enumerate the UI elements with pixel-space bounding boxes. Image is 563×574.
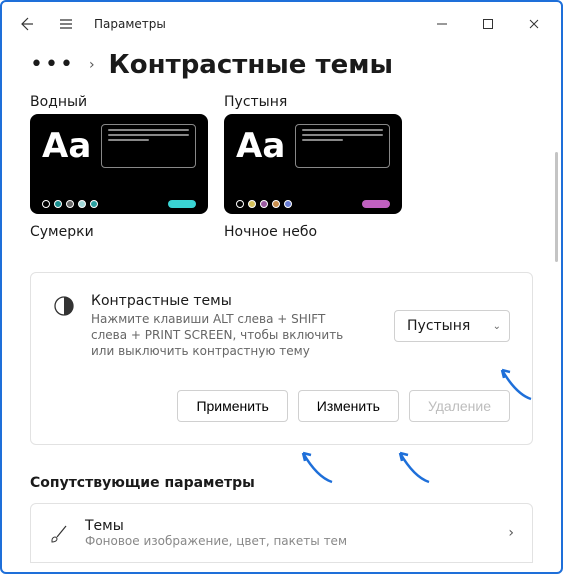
maximize-button[interactable] — [465, 8, 511, 40]
edit-button[interactable]: Изменить — [298, 390, 399, 422]
preview-window-icon — [295, 124, 390, 168]
contrast-icon — [53, 295, 75, 317]
apply-button[interactable]: Применить — [177, 390, 287, 422]
brush-icon — [49, 523, 69, 543]
delete-button: Удаление — [409, 390, 510, 422]
theme-label: Водный — [30, 94, 208, 110]
theme-preview-desert[interactable]: Aa — [224, 114, 402, 214]
contrast-themes-card: Контрастные темы Нажмите клавиши ALT сле… — [30, 272, 533, 445]
related-item-themes[interactable]: Темы Фоновое изображение, цвет, пакеты т… — [30, 503, 533, 563]
back-button[interactable] — [6, 2, 46, 46]
preview-window-icon — [101, 124, 196, 168]
chevron-down-icon: ⌄ — [493, 321, 501, 332]
theme-label: Пустыня — [224, 94, 402, 110]
chevron-right-icon: › — [508, 525, 514, 541]
minimize-button[interactable] — [419, 8, 465, 40]
scrollbar[interactable] — [555, 152, 558, 262]
window-title: Параметры — [94, 17, 166, 31]
related-heading: Сопутствующие параметры — [30, 475, 533, 491]
theme-label: Ночное небо — [224, 224, 402, 240]
close-button[interactable] — [511, 8, 557, 40]
related-item-title: Темы — [85, 518, 347, 534]
related-item-subtitle: Фоновое изображение, цвет, пакеты тем — [85, 534, 347, 548]
theme-select[interactable]: Пустыня ⌄ — [394, 310, 510, 342]
breadcrumb: ••• › Контрастные темы — [30, 50, 533, 80]
preview-text-icon: Aa — [236, 129, 285, 163]
theme-preview-aquatic[interactable]: Aa — [30, 114, 208, 214]
theme-label: Сумерки — [30, 224, 208, 240]
chevron-right-icon: › — [89, 57, 95, 73]
card-title: Контрастные темы — [91, 293, 378, 309]
titlebar: Параметры — [2, 2, 561, 46]
theme-select-value: Пустыня — [407, 318, 470, 334]
card-description: Нажмите клавиши ALT слева + SHIFT слева … — [91, 311, 351, 360]
menu-button[interactable] — [46, 2, 86, 46]
page-title: Контрастные темы — [109, 50, 393, 80]
breadcrumb-more-icon[interactable]: ••• — [30, 54, 75, 76]
preview-text-icon: Aa — [42, 129, 91, 163]
